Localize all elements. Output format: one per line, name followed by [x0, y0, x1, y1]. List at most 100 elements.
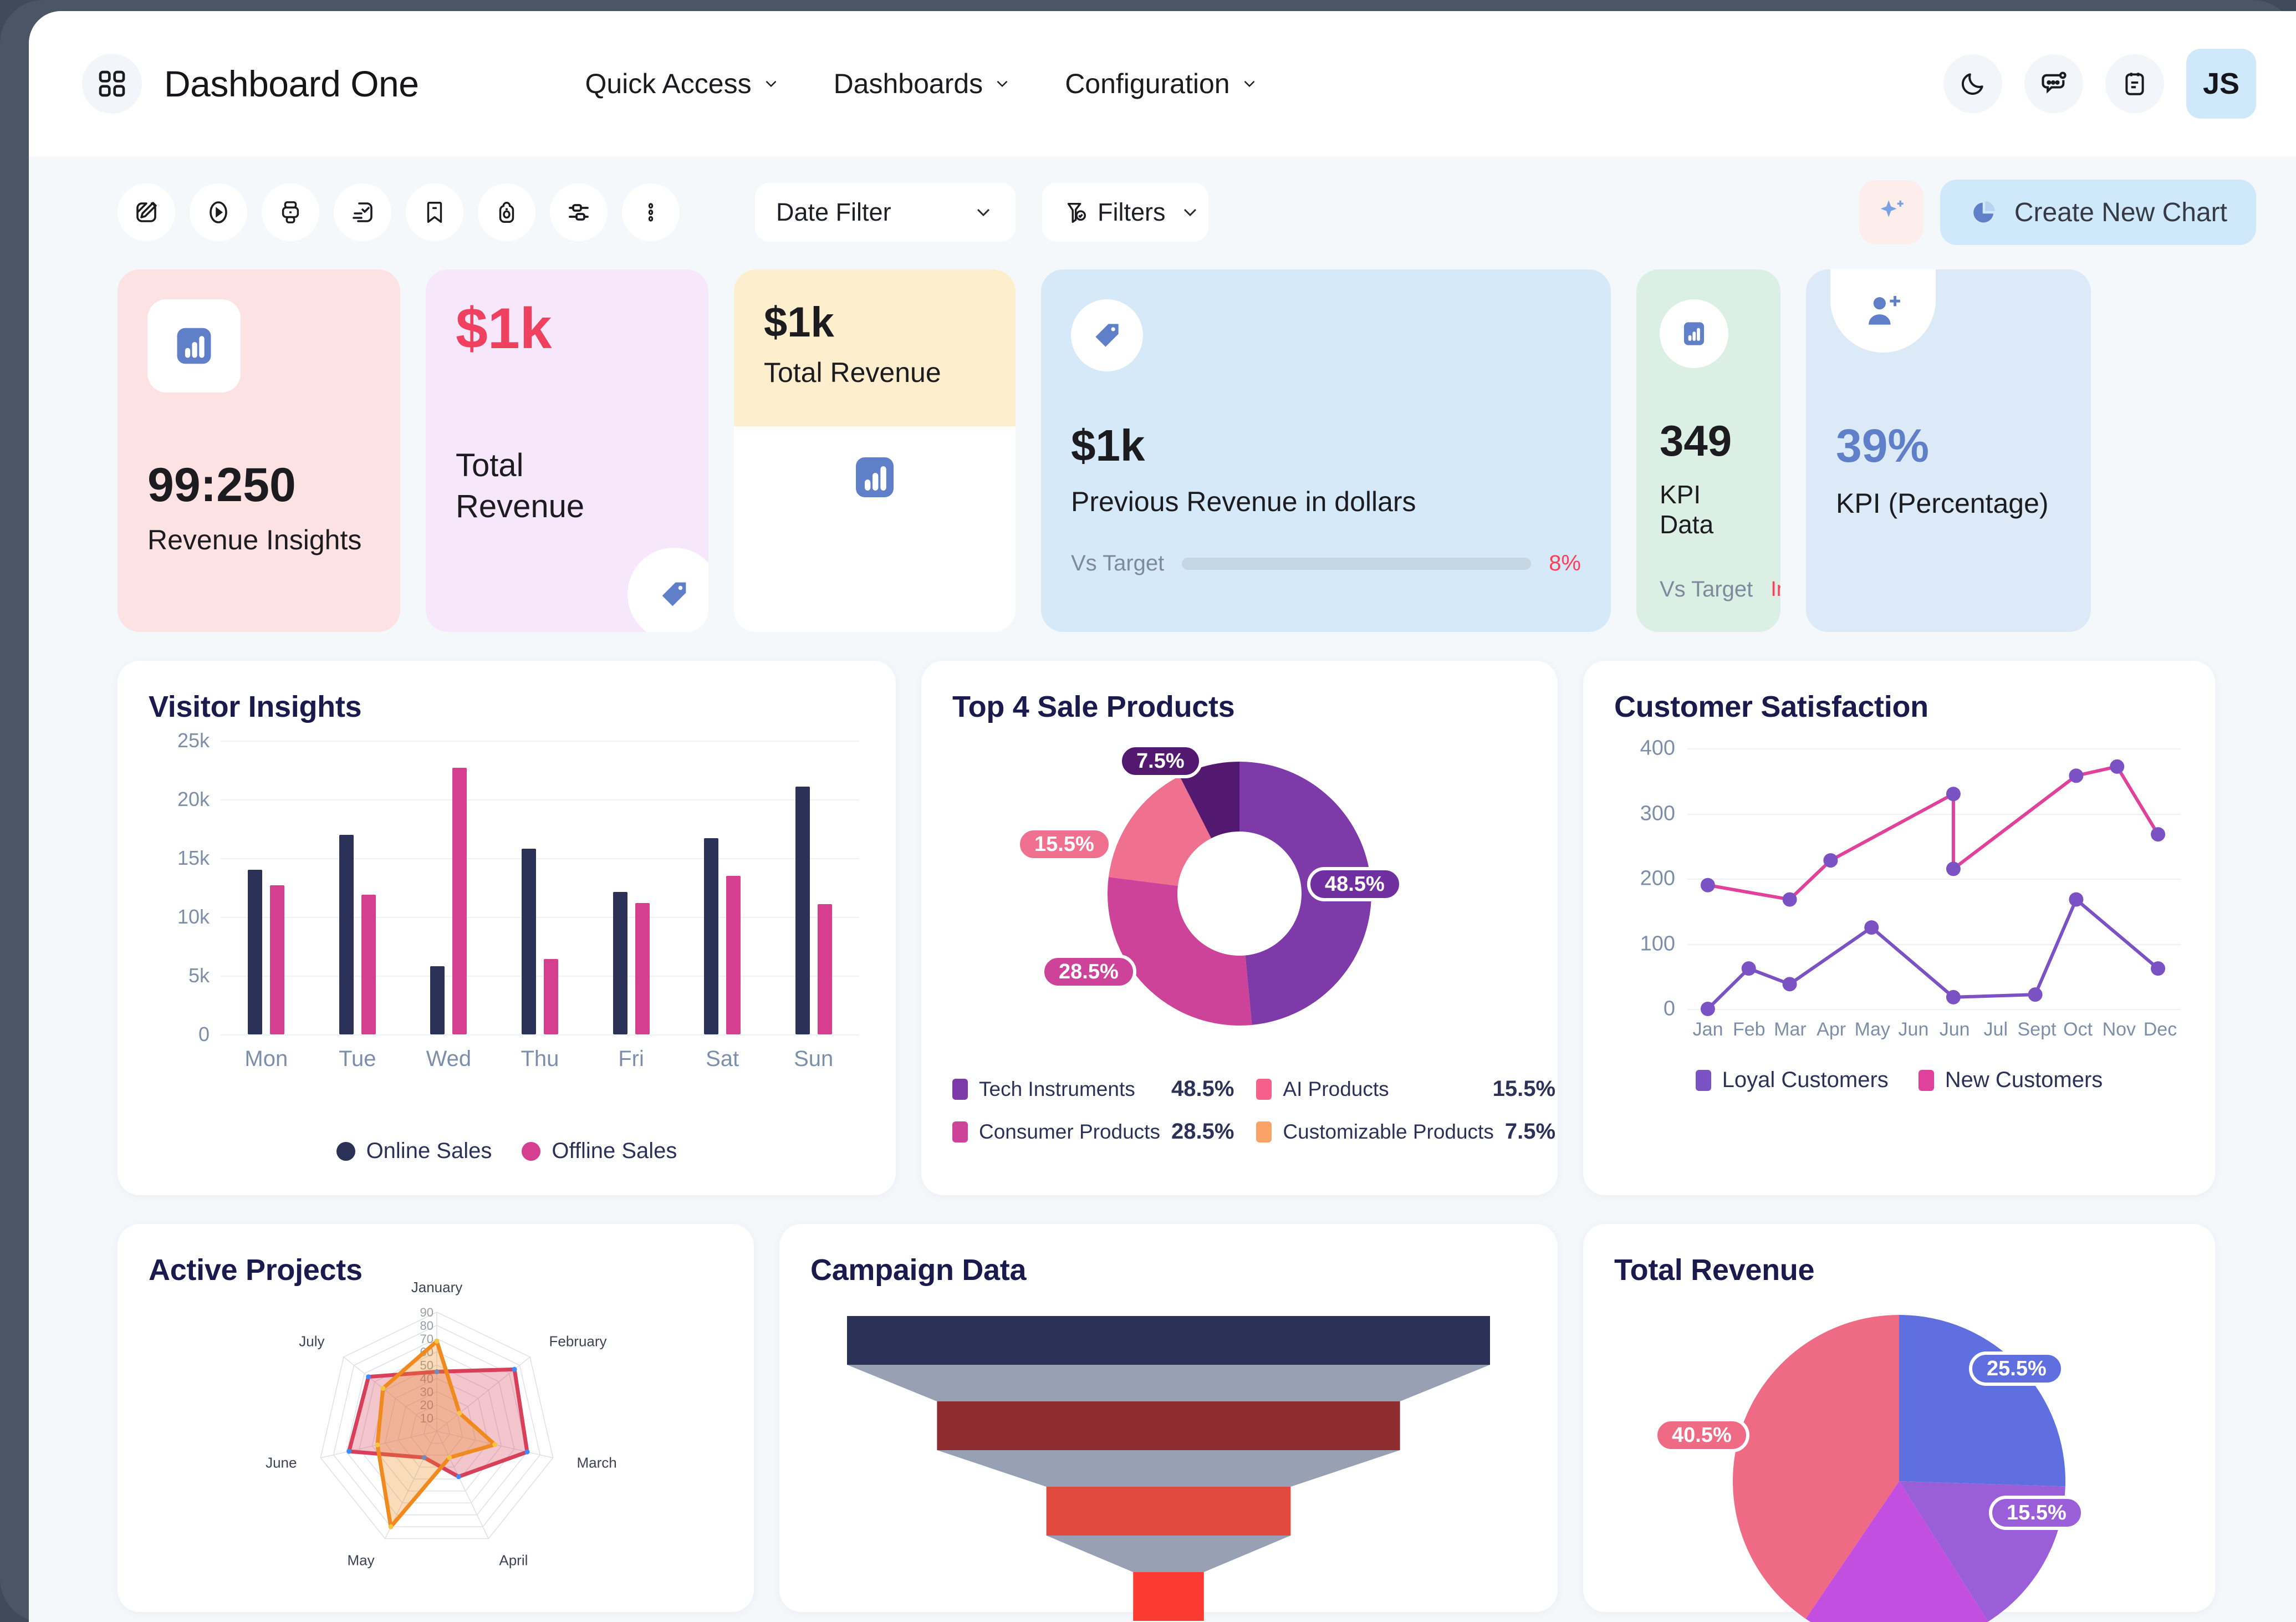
x-tick: Fri: [618, 1047, 644, 1071]
data-point[interactable]: [2151, 961, 2166, 976]
data-point[interactable]: [375, 1442, 380, 1447]
legend-item-customizable-products[interactable]: Customizable Products 7.5%: [1256, 1119, 1555, 1144]
bar-group[interactable]: [504, 849, 576, 1034]
data-point[interactable]: [456, 1474, 461, 1480]
data-point[interactable]: [447, 1455, 452, 1460]
bar[interactable]: [613, 892, 627, 1034]
data-point[interactable]: [524, 1449, 530, 1455]
data-point[interactable]: [1946, 989, 1961, 1004]
bar[interactable]: [726, 875, 741, 1034]
legend-item-new-customers[interactable]: New Customers: [1918, 1068, 2103, 1093]
data-point[interactable]: [380, 1386, 386, 1391]
donut-slice[interactable]: [1108, 877, 1252, 1026]
bar[interactable]: [339, 834, 354, 1034]
data-point[interactable]: [2069, 892, 2084, 907]
data-point[interactable]: [492, 1442, 498, 1447]
create-new-chart-button[interactable]: Create New Chart: [1940, 180, 2256, 245]
grid-apps-icon[interactable]: [82, 54, 142, 114]
camera-icon[interactable]: [478, 183, 535, 241]
bar[interactable]: [361, 894, 376, 1034]
data-point[interactable]: [2110, 759, 2125, 774]
funnel-stage[interactable]: [1133, 1572, 1204, 1621]
kpi-card-total-revenue-pink[interactable]: $1k Total Revenue: [426, 269, 708, 632]
bar[interactable]: [635, 902, 650, 1034]
filters-select[interactable]: Filters: [1042, 183, 1208, 242]
funnel-connector: [1046, 1536, 1291, 1572]
data-point[interactable]: [1946, 787, 1961, 802]
bar-group[interactable]: [322, 834, 394, 1034]
kpi-card-kpi-percentage[interactable]: 39% KPI (Percentage): [1806, 269, 2091, 632]
legend-item-loyal-customers[interactable]: Loyal Customers: [1695, 1068, 1889, 1093]
data-point[interactable]: [2028, 987, 2043, 1002]
pie-label-15: 15.5%: [1989, 1496, 2084, 1530]
data-point[interactable]: [512, 1366, 517, 1372]
bar-group[interactable]: [778, 786, 850, 1034]
kpi-card-revenue-insights[interactable]: 99:250 Revenue Insights: [118, 269, 400, 632]
date-filter-select[interactable]: Date Filter: [755, 183, 1016, 242]
bar[interactable]: [270, 885, 285, 1034]
bar-group[interactable]: [595, 892, 667, 1034]
funnel-connector: [937, 1450, 1400, 1487]
funnel-svg: [847, 1316, 1490, 1621]
chevron-down-icon: [972, 201, 994, 223]
legend-item-online-sales[interactable]: Online Sales: [336, 1139, 492, 1164]
checklist-icon[interactable]: [334, 183, 391, 241]
bar-group[interactable]: [686, 838, 758, 1034]
data-point[interactable]: [2069, 768, 2084, 783]
bar[interactable]: [430, 966, 445, 1034]
bar[interactable]: [452, 767, 467, 1034]
legend-item-offline-sales[interactable]: Offline Sales: [522, 1139, 677, 1164]
kpi-card-total-revenue-cream[interactable]: $1k Total Revenue: [734, 269, 1016, 632]
moon-icon[interactable]: [1943, 54, 2002, 113]
data-point[interactable]: [1782, 977, 1797, 992]
funnel-stage[interactable]: [847, 1316, 1490, 1365]
avatar[interactable]: JS: [2186, 49, 2256, 119]
data-point[interactable]: [2151, 827, 2166, 842]
funnel-check-icon: [1063, 200, 1089, 225]
brand: Dashboard One: [82, 54, 419, 114]
y-tick: 400: [1640, 736, 1675, 760]
nav-item-quick-access[interactable]: Quick Access: [585, 68, 780, 100]
edit-pencil-icon[interactable]: [118, 183, 175, 241]
data-point[interactable]: [1782, 892, 1797, 907]
bar[interactable]: [248, 870, 263, 1034]
data-point[interactable]: [1700, 878, 1715, 892]
sliders-icon[interactable]: [550, 183, 608, 241]
kpi-card-kpi-data[interactable]: 349 KPI Data Vs Target Infinity: [1636, 269, 1780, 632]
data-point[interactable]: [346, 1448, 352, 1454]
bookmark-icon[interactable]: [406, 183, 463, 241]
data-point[interactable]: [1946, 861, 1961, 876]
legend-item-tech-instruments[interactable]: Tech Instruments 48.5%: [952, 1077, 1234, 1101]
bar-group[interactable]: [412, 767, 484, 1034]
bar[interactable]: [704, 838, 719, 1034]
data-point[interactable]: [1700, 1002, 1715, 1016]
data-point[interactable]: [388, 1524, 394, 1529]
funnel-stage[interactable]: [1046, 1487, 1291, 1536]
data-point[interactable]: [1823, 853, 1838, 868]
bar[interactable]: [521, 849, 536, 1034]
pie-slice[interactable]: [1899, 1315, 2065, 1487]
kpi-card-previous-revenue[interactable]: $1k Previous Revenue in dollars Vs Targe…: [1041, 269, 1611, 632]
bar[interactable]: [795, 786, 810, 1034]
data-point[interactable]: [366, 1374, 371, 1380]
nav-item-dashboards[interactable]: Dashboards: [834, 68, 1012, 100]
bar-group[interactable]: [230, 870, 302, 1034]
nav-item-configuration[interactable]: Configuration: [1065, 68, 1258, 100]
data-point[interactable]: [1741, 961, 1756, 976]
funnel-stage[interactable]: [937, 1401, 1400, 1450]
print-icon[interactable]: [262, 183, 319, 241]
notes-icon[interactable]: [2105, 54, 2164, 113]
play-circle-icon[interactable]: [190, 183, 247, 241]
bar[interactable]: [817, 904, 832, 1034]
data-point[interactable]: [1864, 920, 1879, 935]
data-point[interactable]: [457, 1410, 462, 1416]
chat-bubble-icon[interactable]: [2024, 54, 2083, 113]
card-total-revenue: Total Revenue 25.5% 15.5% 40.5%: [1583, 1224, 2215, 1622]
bar[interactable]: [543, 959, 558, 1034]
data-point[interactable]: [434, 1339, 440, 1344]
more-vertical-icon[interactable]: [622, 183, 680, 241]
legend-item-ai-products[interactable]: AI Products 15.5%: [1256, 1077, 1555, 1101]
sparkle-plus-icon[interactable]: [1859, 180, 1923, 244]
legend-item-consumer-products[interactable]: Consumer Products 28.5%: [952, 1119, 1234, 1144]
card-customer-satisfaction: Customer Satisfaction 0 100 200 300 400 Jan F…: [1583, 661, 2215, 1195]
